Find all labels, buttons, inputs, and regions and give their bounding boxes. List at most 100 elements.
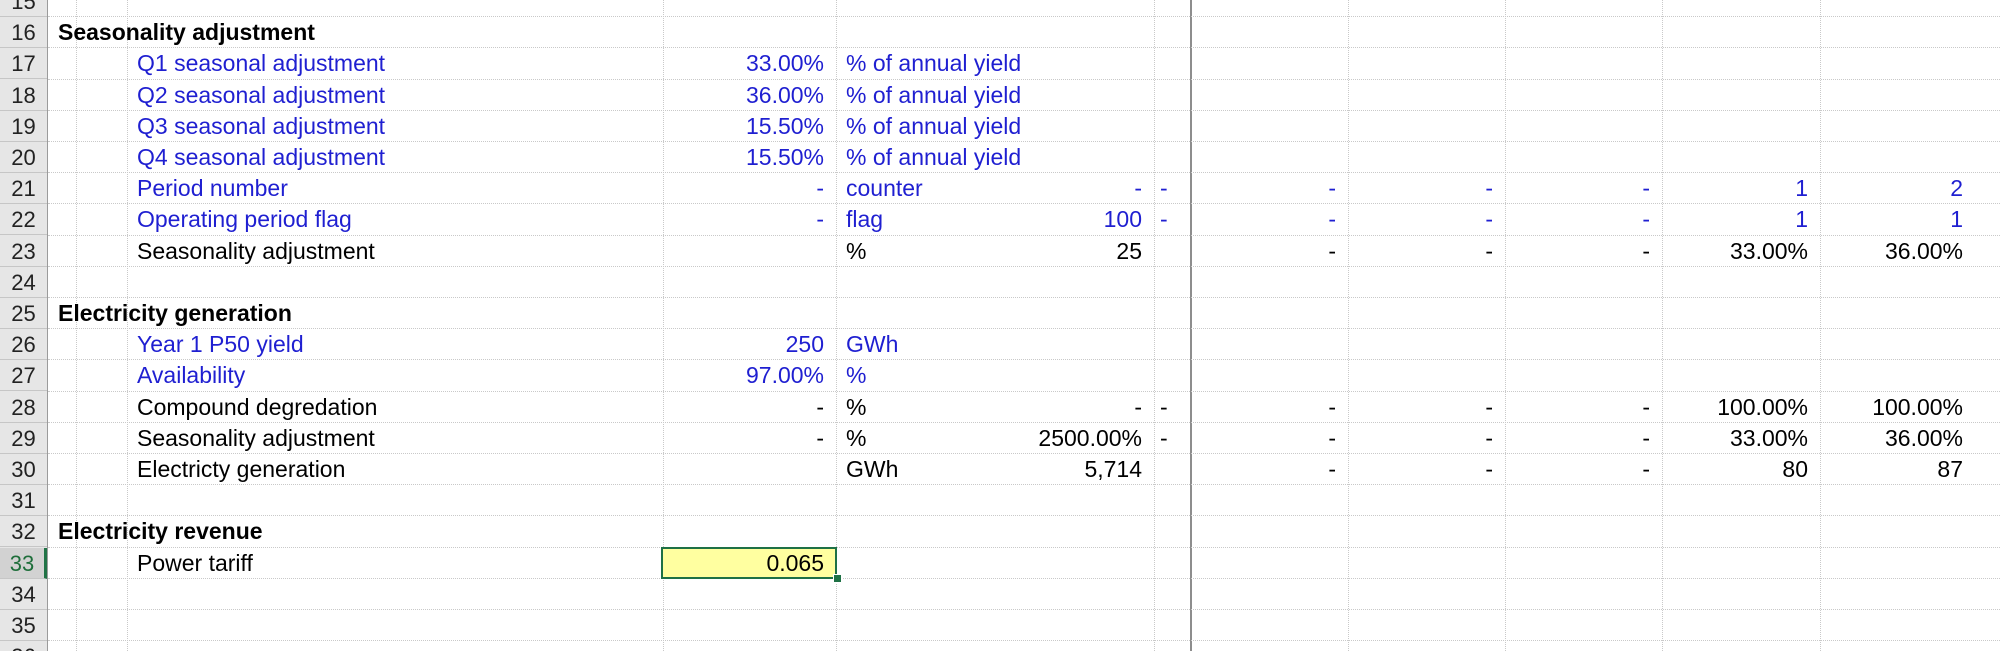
total-cell[interactable]: - [836, 173, 1154, 204]
input-value-cell[interactable]: 250 [663, 329, 836, 360]
period-value-cell[interactable]: - [1190, 423, 1348, 454]
period-value-cell[interactable]: 33.00% [1662, 423, 1820, 454]
period-value-cell[interactable]: - [1348, 204, 1505, 235]
input-value-cell[interactable]: 0.065 [663, 548, 836, 579]
section-title[interactable]: Electricity revenue [48, 516, 648, 547]
period-value-cell[interactable]: 36.00% [1820, 423, 1975, 454]
row-label[interactable]: Compound degredation [127, 392, 663, 423]
period-value-cell[interactable]: - [1505, 204, 1662, 235]
period-value-cell[interactable]: - [1505, 423, 1662, 454]
total-cell[interactable]: 5,714 [836, 454, 1154, 485]
row-label[interactable]: Seasonality adjustment [127, 236, 663, 267]
grid-column-line [1190, 0, 1192, 651]
row-header-20[interactable]: 20 [0, 142, 47, 173]
row-header-19[interactable]: 19 [0, 111, 47, 142]
total-cell[interactable]: 25 [836, 236, 1154, 267]
row-label[interactable]: Operating period flag [127, 204, 663, 235]
row-label[interactable]: Q3 seasonal adjustment [127, 111, 663, 142]
unit-cell[interactable]: GWh [836, 329, 1154, 360]
period-value-cell[interactable]: - [1348, 454, 1505, 485]
total-cell[interactable]: 2500.00% [836, 423, 1154, 454]
row-header-21[interactable]: 21 [0, 173, 47, 205]
row-header-24[interactable]: 24 [0, 267, 47, 298]
period-value-cell[interactable]: - [1505, 236, 1662, 267]
row-header-16[interactable]: 16 [0, 17, 47, 49]
row-header-23[interactable]: 23 [0, 236, 47, 267]
row-label[interactable]: Availability [127, 360, 663, 391]
period-value-cell[interactable]: - [1348, 392, 1505, 423]
section-title[interactable]: Electricity generation [48, 298, 648, 329]
input-value-cell[interactable]: 36.00% [663, 80, 836, 111]
period-value-cell[interactable]: - [1154, 173, 1190, 204]
period-value-cell[interactable]: - [1190, 204, 1348, 235]
period-value-cell[interactable]: - [1505, 392, 1662, 423]
row-label[interactable]: Q2 seasonal adjustment [127, 80, 663, 111]
period-value-cell[interactable]: 36.00% [1820, 236, 1975, 267]
period-value-cell[interactable]: 100.00% [1820, 392, 1975, 423]
row-header-26[interactable]: 26 [0, 329, 47, 361]
grid-row-line [48, 609, 2000, 610]
row-label[interactable]: Power tariff [127, 548, 663, 579]
row-header-32[interactable]: 32 [0, 516, 47, 548]
total-cell[interactable]: - [836, 392, 1154, 423]
row-header-18[interactable]: 18 [0, 80, 47, 111]
period-value-cell[interactable]: - [1505, 454, 1662, 485]
unit-cell[interactable]: % of annual yield [836, 142, 1154, 173]
row-header-27[interactable]: 27 [0, 360, 47, 392]
grid-column-line [1505, 0, 1506, 651]
input-value-cell[interactable]: - [663, 392, 836, 423]
row-header-25[interactable]: 25 [0, 298, 47, 329]
spreadsheet-grid[interactable]: 15 16 17 18 19 20 21 22 23 24 25 26 27 28 29 30 31 32 33 34… [0, 0, 2000, 651]
period-value-cell[interactable]: 87 [1820, 454, 1975, 485]
period-value-cell[interactable]: 80 [1662, 454, 1820, 485]
input-value-cell[interactable]: - [663, 204, 836, 235]
period-value-cell[interactable]: - [1348, 423, 1505, 454]
period-value-cell[interactable]: 100.00% [1662, 392, 1820, 423]
row-header-30[interactable]: 30 [0, 454, 47, 485]
unit-cell[interactable]: % of annual yield [836, 111, 1154, 142]
period-value-cell[interactable]: - [1154, 392, 1190, 423]
period-value-cell[interactable]: 1 [1820, 204, 1975, 235]
period-value-cell[interactable]: 2 [1820, 173, 1975, 204]
input-value-cell[interactable]: 15.50% [663, 111, 836, 142]
period-value-cell[interactable]: - [1190, 173, 1348, 204]
row-label[interactable]: Electricty generation [127, 454, 663, 485]
row-header-15[interactable]: 15 [0, 0, 47, 17]
input-value-cell[interactable]: 97.00% [663, 360, 836, 391]
period-value-cell[interactable]: 33.00% [1662, 236, 1820, 267]
row-header-22[interactable]: 22 [0, 204, 47, 236]
unit-cell[interactable]: % [836, 360, 1154, 391]
row-header-31[interactable]: 31 [0, 485, 47, 517]
row-header-33[interactable]: 33 [0, 547, 47, 579]
total-cell[interactable]: 100 [836, 204, 1154, 235]
row-label[interactable]: Year 1 P50 yield [127, 329, 663, 360]
unit-cell[interactable]: % of annual yield [836, 48, 1154, 79]
input-value-cell[interactable]: 15.50% [663, 142, 836, 173]
period-value-cell[interactable]: 1 [1662, 204, 1820, 235]
row-header-35[interactable]: 35 [0, 610, 47, 641]
input-value-cell[interactable]: - [663, 423, 836, 454]
row-header-28[interactable]: 28 [0, 392, 47, 423]
row-header-17[interactable]: 17 [0, 48, 47, 80]
row-label[interactable]: Q4 seasonal adjustment [127, 142, 663, 173]
period-value-cell[interactable]: - [1190, 454, 1348, 485]
period-value-cell[interactable]: - [1348, 173, 1505, 204]
grid-column-line [1154, 0, 1155, 651]
row-header-36[interactable]: 36 [0, 641, 47, 651]
row-header-29[interactable]: 29 [0, 423, 47, 454]
row-label[interactable]: Seasonality adjustment [127, 423, 663, 454]
input-value-cell[interactable]: 33.00% [663, 48, 836, 79]
period-value-cell[interactable]: - [1505, 173, 1662, 204]
input-value-cell[interactable]: - [663, 173, 836, 204]
unit-cell[interactable]: % of annual yield [836, 80, 1154, 111]
row-header-34[interactable]: 34 [0, 579, 47, 610]
period-value-cell[interactable]: 1 [1662, 173, 1820, 204]
section-title[interactable]: Seasonality adjustment [48, 17, 648, 48]
row-label[interactable]: Period number [127, 173, 663, 204]
period-value-cell[interactable]: - [1190, 392, 1348, 423]
period-value-cell[interactable]: - [1348, 236, 1505, 267]
period-value-cell[interactable]: - [1190, 236, 1348, 267]
row-label[interactable]: Q1 seasonal adjustment [127, 48, 663, 79]
period-value-cell[interactable]: - [1154, 204, 1190, 235]
period-value-cell[interactable]: - [1154, 423, 1190, 454]
